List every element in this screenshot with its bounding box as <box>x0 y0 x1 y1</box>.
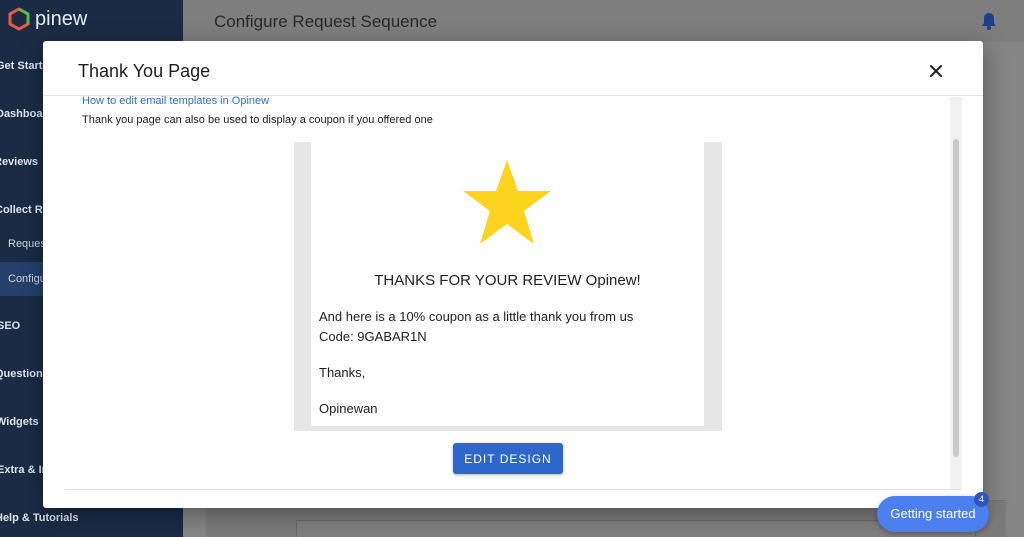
logo-text: pinew <box>35 7 88 30</box>
scrollbar-thumb[interactable] <box>953 139 959 457</box>
thank-you-page-modal: Thank You Page How to edit email templat… <box>43 41 983 508</box>
thank-you-preview: THANKS FOR YOUR REVIEW Opinew! And here … <box>294 142 722 431</box>
page-title: Configure Request Sequence <box>214 12 438 31</box>
close-icon[interactable] <box>926 61 946 81</box>
star-icon <box>463 160 551 244</box>
preview-coupon-line: And here is a 10% coupon as a little tha… <box>319 309 634 324</box>
modal-scrollbar[interactable] <box>950 97 962 489</box>
preview-coupon-code: Code: 9GABAR1N <box>319 329 427 344</box>
edit-design-button[interactable]: EDIT DESIGN <box>453 443 563 474</box>
background-panel-inner <box>296 520 976 537</box>
modal-footer-divider <box>65 489 961 490</box>
modal-header: Thank You Page <box>43 41 983 96</box>
opinew-logo-icon <box>8 7 30 31</box>
help-text: Thank you page can also be used to displ… <box>82 114 433 126</box>
preview-signature: Opinewan <box>319 401 378 416</box>
getting-started-badge: 4 <box>974 492 989 507</box>
preview-thanks-line: Thanks, <box>319 365 366 380</box>
logo[interactable]: pinew <box>6 6 87 32</box>
sidebar-item-help[interactable]: Help & Tutorials <box>0 512 178 524</box>
getting-started-button[interactable]: Getting started <box>877 496 989 532</box>
modal-title: Thank You Page <box>78 61 211 81</box>
modal-body: How to edit email templates in Opinew Th… <box>43 95 983 489</box>
preview-card: THANKS FOR YOUR REVIEW Opinew! And here … <box>311 142 704 426</box>
bell-icon[interactable] <box>980 11 998 36</box>
help-link-email-templates[interactable]: How to edit email templates in Opinew <box>82 95 269 107</box>
preview-heading: THANKS FOR YOUR REVIEW Opinew! <box>374 272 641 289</box>
